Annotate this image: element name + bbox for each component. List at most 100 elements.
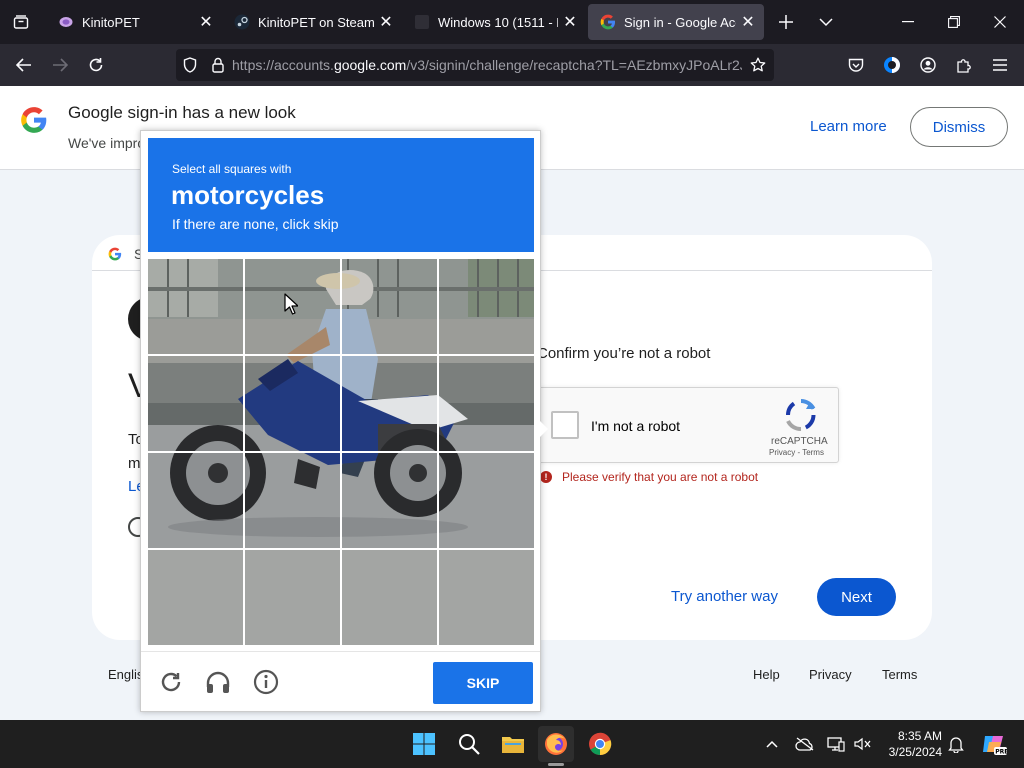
grid-tile-1-4[interactable] bbox=[439, 259, 534, 355]
search-icon bbox=[459, 734, 480, 755]
speaker-muted-icon bbox=[854, 737, 871, 751]
firefox-button[interactable] bbox=[538, 726, 574, 762]
chrome-button[interactable] bbox=[582, 726, 618, 762]
half-moon-icon bbox=[884, 57, 900, 73]
close-tab-icon[interactable]: ✕ bbox=[736, 10, 760, 34]
grid-tile-1-3[interactable] bbox=[342, 259, 438, 355]
close-window-button[interactable] bbox=[978, 0, 1022, 44]
onedrive-tray-icon[interactable] bbox=[793, 732, 817, 756]
body-text-line: m bbox=[128, 455, 141, 472]
grid-tile-1-1[interactable] bbox=[148, 259, 244, 355]
tab-windows-10[interactable]: Windows 10 (1511 - No ✕ bbox=[402, 4, 586, 40]
chevron-up-icon bbox=[766, 740, 778, 748]
grid-tile-4-2[interactable] bbox=[245, 550, 341, 645]
grid-tile-3-1[interactable] bbox=[148, 453, 244, 549]
grid-tile-3-3[interactable] bbox=[342, 453, 438, 549]
network-tray-icon[interactable] bbox=[824, 732, 848, 756]
terms-link[interactable]: Terms bbox=[882, 667, 917, 682]
svg-text:PRE: PRE bbox=[995, 749, 1007, 756]
address-bar[interactable]: https://accounts.google.com/v3/signin/ch… bbox=[176, 49, 774, 81]
learn-more-link[interactable]: Learn more bbox=[810, 118, 887, 135]
start-button[interactable] bbox=[406, 726, 442, 762]
tab-kinitopet[interactable]: KinitoPET ✕ bbox=[46, 4, 222, 40]
list-all-tabs-button[interactable] bbox=[0, 0, 42, 44]
grid-tile-4-1[interactable] bbox=[148, 550, 244, 645]
reload-icon bbox=[161, 672, 181, 692]
grid-tile-3-2[interactable] bbox=[245, 453, 341, 549]
grid-tile-2-2[interactable] bbox=[245, 356, 341, 452]
tab-title: KinitoPET on Steam bbox=[258, 14, 374, 30]
bell-icon bbox=[948, 737, 964, 753]
new-tab-button[interactable] bbox=[764, 0, 808, 44]
challenge-footer: SKIP bbox=[141, 651, 540, 712]
back-button[interactable] bbox=[8, 49, 40, 81]
volume-tray-icon[interactable] bbox=[851, 732, 875, 756]
language-selector[interactable]: Englis bbox=[108, 667, 143, 682]
hamburger-menu-icon bbox=[993, 59, 1007, 71]
skip-button[interactable]: SKIP bbox=[433, 662, 533, 704]
clock-date: 3/25/2024 bbox=[888, 745, 942, 759]
copilot-button[interactable]: PRE bbox=[978, 732, 1010, 756]
search-button[interactable] bbox=[451, 726, 487, 762]
privacy-link[interactable]: Privacy bbox=[809, 667, 852, 682]
recaptcha-challenge-popup: Select all squares with motorcycles If t… bbox=[140, 130, 548, 712]
minimize-window-button[interactable] bbox=[886, 0, 930, 44]
show-hidden-icons-button[interactable] bbox=[760, 732, 784, 756]
headphones-icon bbox=[206, 671, 230, 693]
close-tab-icon[interactable]: ✕ bbox=[558, 10, 582, 34]
challenge-select-text: Select all squares with bbox=[172, 162, 292, 176]
tab-overview-icon bbox=[13, 15, 29, 29]
list-tabs-button[interactable] bbox=[804, 0, 848, 44]
grid-tile-4-3[interactable] bbox=[342, 550, 438, 645]
close-tab-icon[interactable]: ✕ bbox=[194, 10, 218, 34]
recaptcha-privacy-terms-links[interactable]: Privacy - Terms bbox=[769, 448, 824, 457]
tab-google-sign-in[interactable]: Sign in - Google Accou ✕ bbox=[588, 4, 764, 40]
reload-icon bbox=[89, 58, 103, 72]
grid-tile-2-4[interactable] bbox=[439, 356, 534, 452]
reload-challenge-button[interactable] bbox=[157, 668, 185, 696]
copilot-pre-icon: PRE bbox=[983, 736, 1007, 756]
next-button[interactable]: Next bbox=[817, 578, 896, 616]
extensions-button[interactable] bbox=[948, 49, 980, 81]
google-g-icon bbox=[108, 247, 122, 261]
restore-icon bbox=[948, 16, 960, 28]
bookmark-star-icon[interactable] bbox=[742, 49, 774, 81]
tab-kinitopet-steam[interactable]: KinitoPET on Steam ✕ bbox=[222, 4, 402, 40]
pocket-button[interactable] bbox=[840, 49, 872, 81]
recaptcha-checkbox[interactable] bbox=[551, 411, 579, 439]
windows-logo-icon bbox=[413, 733, 435, 755]
grid-tile-4-4[interactable] bbox=[439, 550, 534, 645]
challenge-help-button[interactable] bbox=[252, 668, 280, 696]
verify-error-message: ! Please verify that you are not a robot bbox=[540, 470, 758, 484]
minimize-icon bbox=[902, 21, 914, 23]
grid-tile-3-4[interactable] bbox=[439, 453, 534, 549]
system-clock[interactable]: 8:35 AM 3/25/2024 bbox=[884, 728, 942, 760]
try-another-way-link[interactable]: Try another way bbox=[671, 588, 778, 605]
account-button[interactable] bbox=[912, 49, 944, 81]
file-explorer-button[interactable] bbox=[495, 726, 531, 762]
tab-bar: KinitoPET ✕ KinitoPET on Steam ✕ Windows… bbox=[0, 0, 1024, 44]
grid-tile-2-3[interactable] bbox=[342, 356, 438, 452]
error-text: Please verify that you are not a robot bbox=[562, 470, 759, 484]
google-favicon-icon bbox=[600, 14, 616, 30]
app-menu-button[interactable] bbox=[984, 49, 1016, 81]
close-tab-icon[interactable]: ✕ bbox=[374, 10, 398, 34]
windows-taskbar: 8:35 AM 3/25/2024 PRE bbox=[0, 720, 1024, 768]
clock-time: 8:35 AM bbox=[897, 729, 942, 743]
help-link[interactable]: Help bbox=[753, 667, 780, 682]
restore-window-button[interactable] bbox=[932, 0, 976, 44]
firefox-icon bbox=[545, 733, 567, 755]
reload-button[interactable] bbox=[80, 49, 112, 81]
tracking-protection-shield-icon[interactable] bbox=[176, 49, 204, 81]
challenge-image-grid bbox=[148, 259, 534, 645]
audio-challenge-button[interactable] bbox=[204, 668, 232, 696]
dark-reader-extension-button[interactable] bbox=[876, 49, 908, 81]
recaptcha-brand-text: reCAPTCHA bbox=[771, 436, 828, 447]
grid-tile-2-1[interactable] bbox=[148, 356, 244, 452]
dismiss-button[interactable]: Dismiss bbox=[910, 107, 1008, 147]
lock-icon[interactable] bbox=[204, 49, 232, 81]
forward-button[interactable] bbox=[44, 49, 76, 81]
error-icon: ! bbox=[540, 471, 552, 483]
chrome-icon bbox=[589, 732, 612, 756]
notifications-button[interactable] bbox=[944, 732, 968, 756]
